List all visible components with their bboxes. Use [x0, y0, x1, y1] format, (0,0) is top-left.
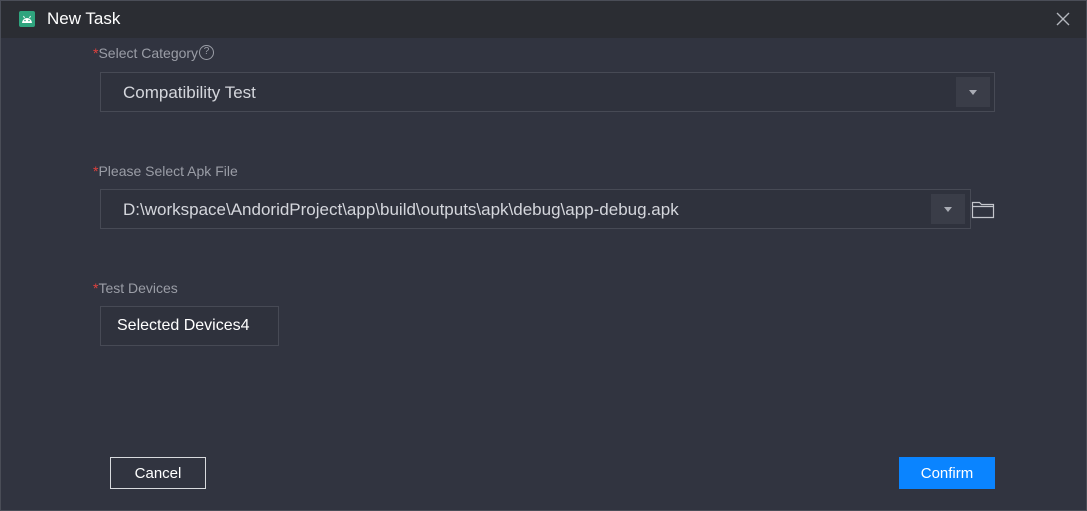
- devices-label: *Test Devices: [93, 280, 178, 296]
- category-label: *Select Category?: [93, 45, 215, 61]
- category-dropdown-button[interactable]: [956, 77, 990, 107]
- apk-file-select[interactable]: D:\workspace\AndoridProject\app\build\ou…: [100, 189, 971, 229]
- category-select[interactable]: Compatibility Test: [100, 72, 995, 112]
- folder-icon[interactable]: [971, 199, 995, 219]
- apk-label-text: Please Select Apk File: [98, 163, 238, 179]
- android-icon: [19, 11, 35, 27]
- help-icon[interactable]: ?: [199, 45, 215, 60]
- cancel-button[interactable]: Cancel: [110, 457, 206, 489]
- new-task-dialog: New Task *Select Category? Compatibility…: [0, 0, 1087, 511]
- category-value: Compatibility Test: [123, 83, 256, 102]
- apk-file-value: D:\workspace\AndoridProject\app\build\ou…: [123, 200, 679, 219]
- chevron-down-icon: [969, 90, 977, 95]
- close-icon[interactable]: [1053, 9, 1073, 29]
- apk-label: *Please Select Apk File: [93, 163, 238, 179]
- selected-devices-button[interactable]: Selected Devices4: [100, 306, 279, 346]
- confirm-button[interactable]: Confirm: [899, 457, 995, 489]
- apk-dropdown-button[interactable]: [931, 194, 965, 224]
- dialog-title: New Task: [47, 9, 121, 28]
- chevron-down-icon: [944, 207, 952, 212]
- devices-label-text: Test Devices: [98, 280, 178, 296]
- title-bar: New Task: [1, 1, 1086, 38]
- category-label-text: Select Category: [98, 45, 199, 61]
